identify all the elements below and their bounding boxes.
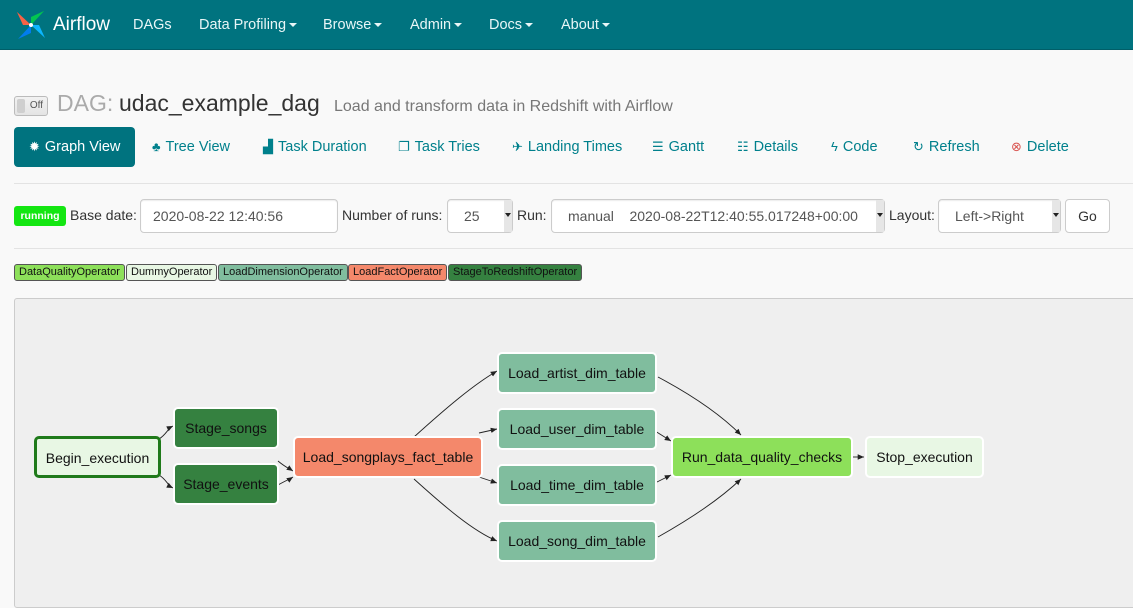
top-navbar: Airflow DAGs Data Profiling Browse Admin… [0, 0, 1133, 50]
tree-icon: ♣ [152, 139, 161, 154]
remove-circle-icon: ⊗ [1011, 139, 1022, 154]
nav-about[interactable]: About [561, 0, 610, 50]
asterisk-icon: ✹ [29, 139, 40, 154]
legend-load-fact-operator: LoadFactOperator [348, 264, 448, 281]
layout-select[interactable]: Left->Right [938, 199, 1061, 233]
airflow-pinwheel-logo [17, 11, 45, 39]
edge [277, 460, 294, 472]
edge [413, 370, 498, 438]
tab-delete[interactable]: ⊗ Delete [1011, 127, 1069, 167]
divider [14, 248, 1133, 249]
legend-dummy-operator: DummyOperator [126, 264, 218, 281]
num-runs-label: Number of runs: [342, 207, 443, 223]
task-node-begin-execution[interactable]: Begin_execution [34, 436, 161, 478]
refresh-icon: ↻ [913, 139, 924, 154]
plane-icon: ✈ [512, 139, 523, 154]
task-node-load-song-dim-table[interactable]: Load_song_dim_table [497, 520, 657, 562]
legend-data-quality-operator: DataQualityOperator [14, 264, 125, 281]
duplicate-icon: ❐ [398, 139, 410, 154]
caret-down-icon [454, 23, 463, 27]
dag-id: udac_example_dag [119, 90, 320, 116]
nav-admin[interactable]: Admin [410, 0, 463, 50]
bar-chart-icon: ▟ [263, 139, 273, 154]
legend-load-dimension-operator: LoadDimensionOperator [218, 264, 348, 281]
task-node-stage-songs[interactable]: Stage_songs [173, 407, 279, 449]
edge [657, 478, 742, 538]
caret-down-icon [374, 23, 383, 27]
edge [657, 376, 742, 436]
run-label: Run: [517, 207, 547, 223]
tab-refresh[interactable]: ↻ Refresh [913, 127, 980, 167]
tab-task-tries[interactable]: ❐ Task Tries [398, 127, 480, 167]
base-date-input[interactable]: 2020-08-22 12:40:56 [140, 199, 338, 233]
run-select[interactable]: manual 2020-08-22T12:40:55.017248+00:00 [551, 199, 885, 233]
chevron-down-icon [1052, 200, 1060, 232]
task-node-load-user-dim-table[interactable]: Load_user_dim_table [497, 408, 657, 450]
tab-gantt[interactable]: ☰ Gantt [652, 127, 704, 167]
task-node-run-data-quality-checks[interactable]: Run_data_quality_checks [671, 436, 853, 478]
dag-label-prefix: DAG: [57, 90, 114, 116]
edge [478, 427, 498, 434]
tab-tree-view[interactable]: ♣ Tree View [152, 127, 230, 167]
task-node-load-artist-dim-table[interactable]: Load_artist_dim_table [497, 352, 657, 394]
edge [654, 430, 672, 442]
task-node-load-songplays-fact-table[interactable]: Load_songplays_fact_table [293, 436, 483, 478]
nav-browse[interactable]: Browse [323, 0, 383, 50]
num-runs-select[interactable]: 25 [447, 199, 513, 233]
brand-link[interactable]: Airflow [14, 8, 110, 42]
align-left-icon: ☰ [652, 139, 664, 154]
list-icon: ☷ [737, 139, 749, 154]
dag-graph-canvas[interactable]: Begin_execution Stage_songs Stage_events… [14, 298, 1133, 608]
tab-task-duration[interactable]: ▟ Task Duration [263, 127, 367, 167]
tab-details[interactable]: ☷ Details [737, 127, 798, 167]
dag-pause-toggle[interactable]: Off [14, 96, 48, 116]
chevron-down-icon [504, 200, 512, 232]
tab-graph-view[interactable]: ✹ Graph View [14, 127, 135, 167]
caret-down-icon [525, 23, 534, 27]
divider [14, 183, 1133, 184]
task-node-stage-events[interactable]: Stage_events [173, 463, 279, 505]
brand-name: Airflow [53, 14, 111, 35]
edge [277, 476, 294, 486]
base-date-label: Base date: [70, 207, 137, 223]
edge [158, 425, 174, 440]
dag-state-badge: running [14, 206, 66, 226]
nav-data-profiling[interactable]: Data Profiling [199, 0, 298, 50]
nav-docs[interactable]: Docs [489, 0, 534, 50]
layout-label: Layout: [889, 207, 935, 223]
edge [158, 474, 174, 489]
dag-description: Load and transform data in Redshift with… [334, 98, 673, 115]
caret-down-icon [601, 23, 610, 27]
task-node-stop-execution[interactable]: Stop_execution [865, 436, 984, 478]
edge [413, 478, 498, 542]
flash-icon: ϟ [831, 139, 838, 154]
tab-landing-times[interactable]: ✈ Landing Times [512, 127, 622, 167]
go-button[interactable]: Go [1065, 199, 1110, 233]
caret-down-icon [289, 23, 298, 27]
chevron-down-icon [876, 200, 884, 232]
edge [478, 476, 498, 484]
task-node-load-time-dim-table[interactable]: Load_time_dim_table [497, 464, 657, 506]
tab-code[interactable]: ϟ Code [831, 127, 878, 167]
nav-dags[interactable]: DAGs [133, 0, 172, 50]
edge [654, 474, 672, 484]
legend-stage-to-redshift-operator: StageToRedshiftOperator [448, 264, 583, 281]
